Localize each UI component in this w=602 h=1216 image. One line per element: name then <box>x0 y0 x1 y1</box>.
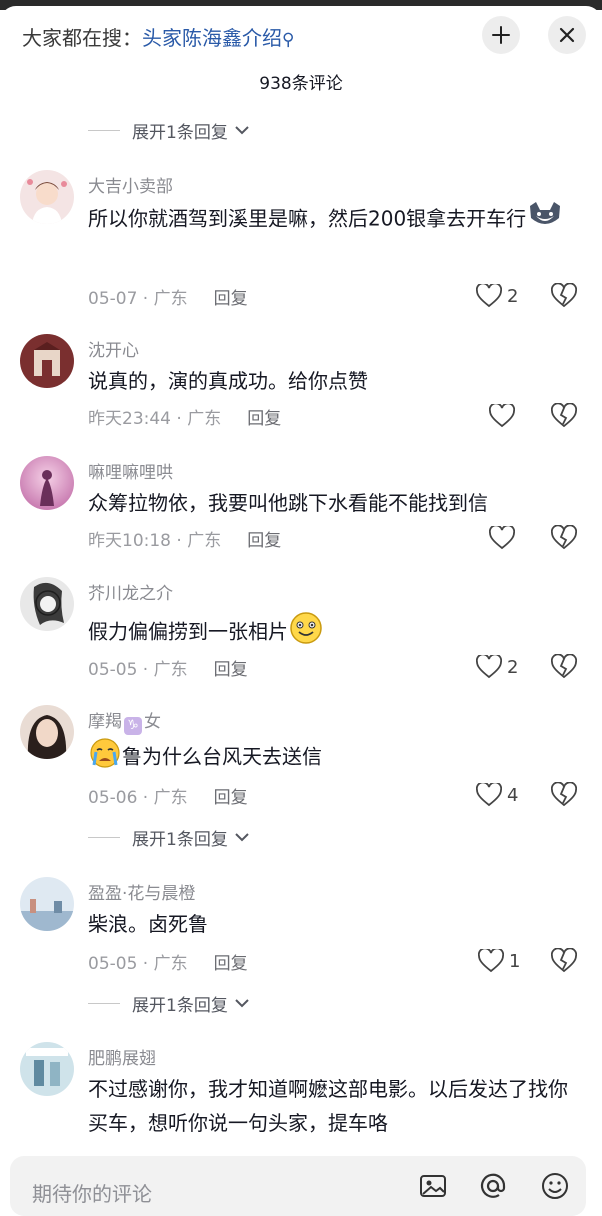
comment-text: 柴浪。卤死鲁 <box>88 912 208 936</box>
username[interactable]: 盈盈·花与晨橙 <box>88 879 195 904</box>
avatar[interactable] <box>20 334 74 388</box>
comment-text: 众筹拉物依，我要叫他跳下水看能不能找到信 <box>88 491 488 515</box>
search-icon: ⚲ <box>282 30 295 50</box>
username[interactable]: 肥鹏展翅 <box>88 1044 156 1069</box>
username[interactable]: 大吉小卖部 <box>88 172 173 197</box>
heart-icon <box>489 404 515 428</box>
expand-replies-label: 展开1条回复 <box>132 829 228 850</box>
divider-line <box>88 129 120 131</box>
gender-label: 女 <box>144 712 161 732</box>
like-button[interactable]: 2 <box>476 653 518 681</box>
dislike-icon[interactable] <box>551 654 577 680</box>
comment-text-content: 所以你就酒驾到溪里是嘛，然后200银拿去开车行 <box>88 206 527 231</box>
comment-meta: 昨天10:18 · 广东 回复 <box>88 526 281 551</box>
like-count: 2 <box>507 285 519 307</box>
smile-emoji-icon <box>288 611 324 655</box>
reply-button[interactable]: 回复 <box>214 284 248 309</box>
expand-icon <box>492 26 510 44</box>
chevron-down-icon <box>235 999 249 1008</box>
reply-button[interactable]: 回复 <box>247 404 281 429</box>
dislike-icon[interactable] <box>551 782 577 808</box>
dislike-icon[interactable] <box>551 948 577 974</box>
heart-icon <box>476 783 502 807</box>
heart-icon <box>478 949 504 973</box>
like-button[interactable] <box>489 402 515 430</box>
like-button[interactable] <box>489 524 515 552</box>
comment-input[interactable]: 期待你的评论 <box>32 1178 152 1207</box>
search-keyword[interactable]: 头家陈海鑫介绍 <box>142 26 282 50</box>
comment-text: 所以你就酒驾到溪里是嘛，然后200银拿去开车行 <box>88 200 578 240</box>
expand-replies-button[interactable]: 展开1条回复 <box>88 823 250 851</box>
username[interactable]: 嘛哩嘛哩哄 <box>88 458 173 483</box>
comment-meta: 05-07 · 广东 回复 <box>88 284 248 309</box>
comment-time: 昨天10:18 · 广东 <box>88 531 222 551</box>
expand-button[interactable] <box>482 16 520 54</box>
avatar[interactable] <box>20 1042 74 1096</box>
chevron-down-icon <box>235 833 249 842</box>
comment-text: 不过感谢你，我才知道啊嬷这部电影。以后发达了找你买车，想听你说一句头家，提车咯 <box>88 1077 568 1135</box>
comment-text: 鲁为什么台风天去送信 <box>88 737 578 779</box>
reply-button[interactable]: 回复 <box>214 655 248 680</box>
avatar[interactable] <box>20 577 74 631</box>
comment-text: 说真的，演的真成功。给你点赞 <box>88 369 368 393</box>
comment-time: 05-05 · 广东 <box>88 660 188 680</box>
like-button[interactable]: 1 <box>478 947 520 975</box>
chevron-down-icon <box>235 126 249 135</box>
expand-replies-button[interactable]: 展开1条回复 <box>88 989 250 1017</box>
dislike-icon[interactable] <box>551 283 577 309</box>
comment-meta: 昨天23:44 · 广东 回复 <box>88 404 281 429</box>
emoji-icon[interactable] <box>540 1171 570 1201</box>
comment-time: 05-07 · 广东 <box>88 289 188 309</box>
comment-time: 05-05 · 广东 <box>88 954 188 974</box>
username-text: 摩羯 <box>88 712 122 732</box>
like-count: 4 <box>507 784 519 806</box>
username[interactable]: 摩羯 ♑ 女 <box>88 707 161 735</box>
avatar[interactable] <box>20 877 74 931</box>
expand-replies-button[interactable]: 展开1条回复 <box>88 116 250 144</box>
close-icon <box>559 27 575 43</box>
reply-button[interactable]: 回复 <box>247 526 281 551</box>
comment-meta: 05-05 · 广东 回复 <box>88 655 248 680</box>
expand-replies-label: 展开1条回复 <box>132 122 228 143</box>
wolf-emoji-icon <box>526 200 564 240</box>
image-icon[interactable] <box>418 1171 448 1201</box>
mention-icon[interactable] <box>478 1171 508 1201</box>
comment-meta: 05-05 · 广东 回复 <box>88 949 248 974</box>
reply-button[interactable]: 回复 <box>214 949 248 974</box>
comment-text: 假力偏偏捞到一张相片 <box>88 611 578 655</box>
comment-text-content: 鲁为什么台风天去送信 <box>122 744 322 769</box>
like-count: 1 <box>509 950 521 972</box>
like-count: 2 <box>507 656 519 678</box>
expand-replies-label: 展开1条回复 <box>132 995 228 1016</box>
heart-icon <box>476 655 502 679</box>
capricorn-icon: ♑ <box>124 717 142 735</box>
crying-emoji-icon <box>88 737 122 779</box>
close-button[interactable] <box>548 16 586 54</box>
search-prefix: 大家都在搜： <box>22 26 142 50</box>
comment-time: 昨天23:44 · 广东 <box>88 409 222 429</box>
reply-button[interactable]: 回复 <box>214 783 248 808</box>
like-button[interactable]: 2 <box>476 282 518 310</box>
comment-meta: 05-06 · 广东 回复 <box>88 783 248 808</box>
avatar[interactable] <box>20 170 74 224</box>
dislike-icon[interactable] <box>551 525 577 551</box>
username[interactable]: 芥川龙之介 <box>88 579 173 604</box>
avatar[interactable] <box>20 705 74 759</box>
comment-count: 938条评论 <box>259 74 343 94</box>
like-button[interactable]: 4 <box>476 781 518 809</box>
comment-input-bar[interactable]: 期待你的评论 <box>10 1156 586 1216</box>
heart-icon <box>489 526 515 550</box>
heart-icon <box>476 284 502 308</box>
comment-time: 05-06 · 广东 <box>88 788 188 808</box>
divider-line <box>88 1002 120 1004</box>
avatar[interactable] <box>20 456 74 510</box>
search-suggestion[interactable]: 大家都在搜：头家陈海鑫介绍⚲ <box>22 22 294 51</box>
divider-line <box>88 836 120 838</box>
dislike-icon[interactable] <box>551 403 577 429</box>
username[interactable]: 沈开心 <box>88 336 139 361</box>
comment-text-content: 假力偏偏捞到一张相片 <box>88 619 288 644</box>
